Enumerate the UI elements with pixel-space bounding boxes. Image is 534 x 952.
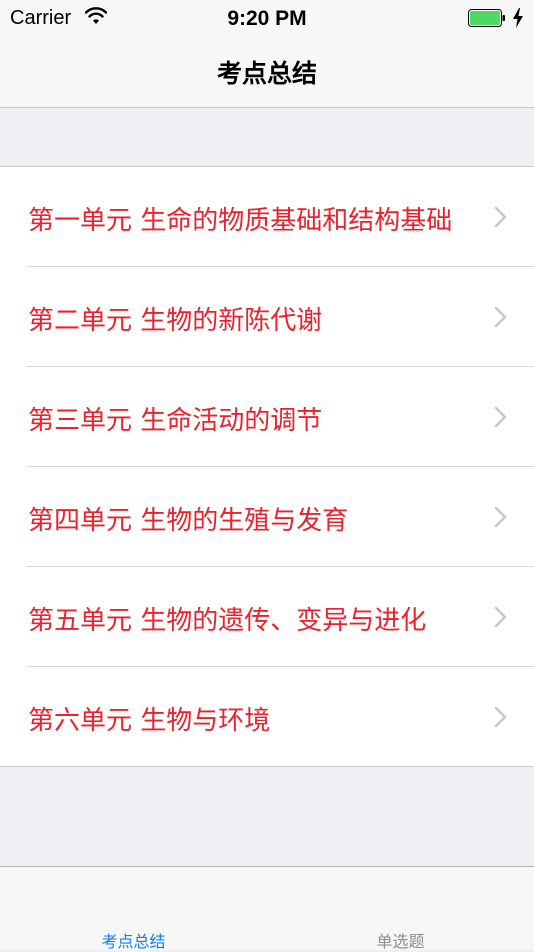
tab-bar: 考点总结 单选题 [0, 866, 534, 951]
chevron-right-icon [494, 306, 507, 328]
list-item-label: 第五单元 生物的遗传、变异与进化 [28, 606, 427, 636]
list-item[interactable]: 第二单元 生物的新陈代谢 [0, 267, 534, 367]
list-item[interactable]: 第一单元 生命的物质基础和结构基础 [0, 167, 534, 267]
list-item[interactable]: 第六单元 生物与环境 [0, 667, 534, 767]
chevron-right-icon [494, 606, 507, 628]
status-bar: Carrier 9:20 PM [0, 0, 534, 40]
battery-icon [468, 9, 505, 27]
list-item-label: 第四单元 生物的生殖与发育 [28, 506, 349, 536]
chevron-right-icon [494, 206, 507, 228]
chevron-right-icon [494, 406, 507, 428]
list-item[interactable]: 第三单元 生命活动的调节 [0, 367, 534, 467]
chevron-right-icon [494, 706, 507, 728]
charging-bolt-icon [513, 8, 523, 28]
status-time: 9:20 PM [227, 7, 307, 30]
unit-list: 第一单元 生命的物质基础和结构基础 第二单元 生物的新陈代谢 第三单元 生命活动… [0, 166, 534, 767]
tab-single-choice[interactable]: 单选题 [267, 867, 534, 951]
list-item-label: 第二单元 生物的新陈代谢 [28, 306, 323, 336]
tab-label: 单选题 [376, 932, 425, 951]
list-item[interactable]: 第四单元 生物的生殖与发育 [0, 467, 534, 567]
list-item-label: 第一单元 生命的物质基础和结构基础 [28, 206, 453, 236]
list-item-label: 第三单元 生命活动的调节 [28, 406, 323, 436]
navigation-bar: 考点总结 [0, 40, 534, 108]
chevron-right-icon [494, 506, 507, 528]
list-item[interactable]: 第五单元 生物的遗传、变异与进化 [0, 567, 534, 667]
list-item-label: 第六单元 生物与环境 [28, 706, 271, 736]
tab-key-points[interactable]: 考点总结 [0, 867, 267, 951]
page-title: 考点总结 [216, 59, 317, 88]
tab-label: 考点总结 [101, 932, 166, 951]
